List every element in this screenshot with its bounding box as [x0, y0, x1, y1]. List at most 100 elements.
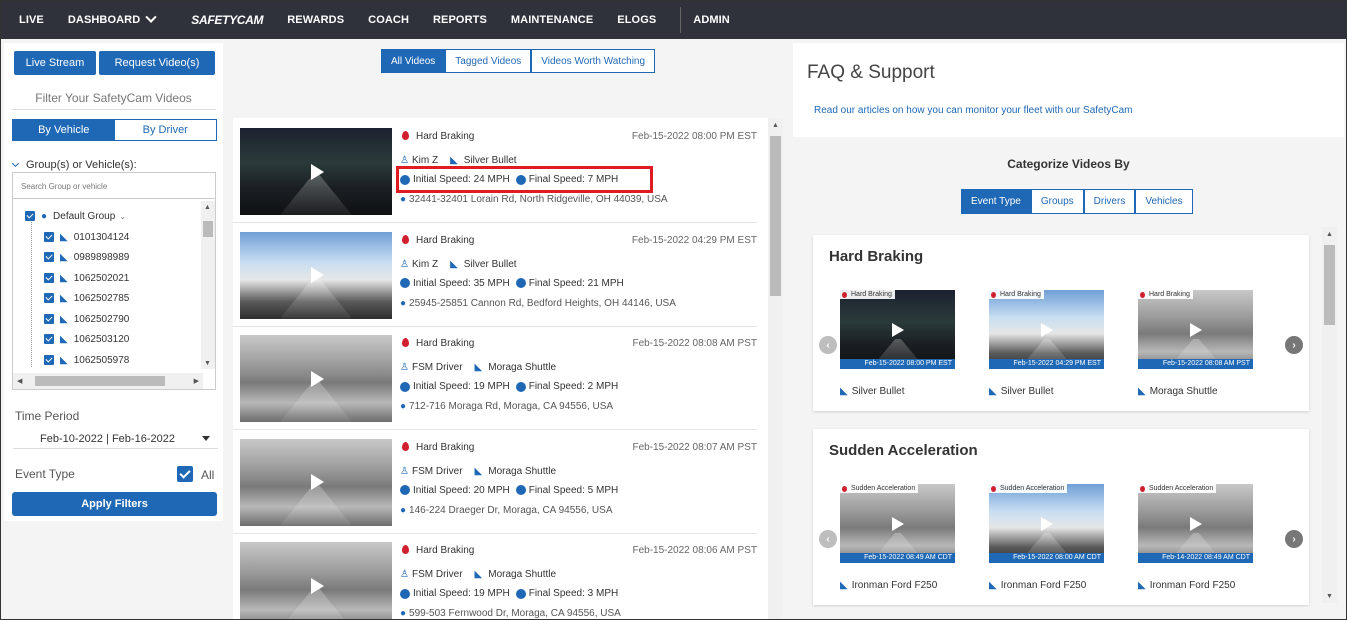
play-icon[interactable] [1040, 516, 1053, 531]
car-icon: ◣ [450, 155, 458, 166]
divider [12, 109, 216, 110]
tree-row-vehicle[interactable]: ◣ 1062502021 [44, 270, 129, 286]
video-thumbnail[interactable] [240, 542, 392, 619]
video-thumbnail[interactable] [240, 438, 392, 526]
all-events-checkbox[interactable] [177, 466, 193, 482]
tree-row-vehicle[interactable]: ◣ 1062505978 [44, 352, 129, 368]
chevron-down-icon: ⌄ [119, 211, 127, 221]
carousel-prev-icon[interactable]: ‹ [819, 336, 837, 354]
carousel-prev-icon[interactable]: ‹ [819, 530, 837, 548]
nav-admin[interactable]: ADMIN [681, 14, 742, 26]
video-thumbnail[interactable] [240, 231, 392, 319]
nav-dashboard-label: DASHBOARD [67, 14, 141, 26]
scroll-thumb[interactable] [35, 376, 165, 386]
nav-maintenance[interactable]: MAINTENANCE [499, 14, 605, 26]
checkbox-icon[interactable] [44, 293, 54, 303]
tree-vertical-scrollbar[interactable]: ▲ ▼ [201, 201, 215, 369]
event-address: ● 599-503 Fernwood Dr, Moraga, CA 94556, … [400, 608, 621, 619]
scroll-up-icon[interactable]: ▲ [772, 122, 779, 129]
video-list-item[interactable]: Hard Braking Feb-15-2022 08:08 AM PST ♙ FSM… [233, 327, 757, 430]
nav-dashboard[interactable]: DASHBOARD [56, 11, 167, 26]
category-video-thumbnail[interactable]: Hard Braking Feb-15-2022 08:00 PM EST [840, 290, 955, 369]
play-icon[interactable] [891, 322, 904, 337]
tab-all-videos[interactable]: All Videos [381, 49, 446, 73]
checkbox-icon[interactable] [25, 211, 35, 221]
live-stream-button[interactable]: Live Stream [14, 51, 96, 75]
event-icon [842, 291, 847, 298]
category-scrollbar[interactable]: ▲ ▼ [1322, 227, 1337, 603]
category-video-thumbnail[interactable]: Hard Braking Feb-15-2022 04:29 PM EST [989, 290, 1104, 369]
video-list-item[interactable]: Hard Braking Feb-15-2022 04:29 PM EST ♙ Kim… [233, 224, 757, 327]
nav-live[interactable]: LIVE [1, 14, 56, 26]
event-type-label: Event Type [15, 467, 75, 481]
tab-tagged-videos[interactable]: Tagged Videos [445, 49, 532, 73]
video-list-item[interactable]: Hard Braking Feb-15-2022 08:07 AM PST ♙ FSM… [233, 431, 757, 534]
tab-groups[interactable]: Groups [1030, 189, 1084, 214]
checkbox-icon[interactable] [44, 355, 54, 365]
car-icon: ◣ [989, 580, 997, 591]
checkbox-icon[interactable] [44, 314, 54, 324]
nav-elogs[interactable]: ELOGS [605, 14, 668, 26]
play-icon[interactable] [311, 370, 324, 387]
request-videos-button[interactable]: Request Video(s) [99, 51, 215, 75]
scroll-thumb[interactable] [203, 221, 213, 237]
tab-vehicles[interactable]: Vehicles [1135, 189, 1193, 214]
tree-row-vehicle[interactable]: ◣ 1062502785 [44, 290, 129, 306]
tree-horizontal-scrollbar[interactable]: ◀ ▶ [13, 373, 203, 389]
tree-row-vehicle[interactable]: ◣ 1062503120 [44, 331, 129, 347]
vehicle-name: Ironman Ford F250 [851, 580, 938, 591]
tree-search-input[interactable]: Search Group or vehicle [13, 173, 215, 199]
event-tag-label: Sudden Acceleration [851, 485, 916, 492]
play-icon[interactable] [311, 474, 324, 490]
initial-speed: Initial Speed: 20 MPH [413, 484, 510, 496]
play-icon[interactable] [311, 577, 324, 594]
video-timestamp: Feb-15-2022 08:49 AM CDT [840, 553, 955, 563]
scroll-thumb[interactable] [770, 136, 781, 296]
video-list-item[interactable]: Hard Braking Feb-15-2022 08:06 AM PST ♙ FSM… [233, 534, 757, 619]
nav-reports[interactable]: REPORTS [421, 14, 499, 26]
video-thumbnail[interactable] [240, 128, 392, 215]
category-video-thumbnail[interactable]: Hard Braking Feb-15-2022 08:08 AM PST [1138, 290, 1253, 369]
feed-scrollbar[interactable]: ▲ [768, 118, 783, 619]
tab-drivers[interactable]: Drivers [1083, 189, 1136, 214]
play-icon[interactable] [311, 267, 324, 283]
groups-label[interactable]: Group(s) or Vehicle(s): [11, 159, 137, 171]
play-icon[interactable] [1189, 516, 1202, 531]
play-icon[interactable] [1189, 322, 1202, 337]
scroll-down-icon[interactable]: ▼ [204, 360, 211, 367]
checkbox-icon[interactable] [44, 252, 54, 262]
play-icon[interactable] [891, 516, 904, 531]
scroll-up-icon[interactable]: ▲ [204, 204, 211, 211]
carousel-next-icon[interactable]: › [1285, 530, 1303, 548]
by-vehicle-tab[interactable]: By Vehicle [13, 120, 115, 140]
apply-filters-button[interactable]: Apply Filters [12, 492, 217, 516]
tree-row-vehicle[interactable]: ◣ 0101304124 [44, 229, 129, 245]
checkbox-icon[interactable] [44, 334, 54, 344]
tree-row-vehicle[interactable]: ◣ 1062502790 [44, 311, 129, 327]
category-video-thumbnail[interactable]: Sudden Acceleration Feb-15-2022 08:00 AM … [989, 484, 1104, 563]
tab-videos-worth-watching[interactable]: Videos Worth Watching [531, 49, 656, 73]
checkbox-icon[interactable] [44, 232, 54, 242]
faq-link[interactable]: Read our articles on how you can monitor… [814, 105, 1133, 116]
nav-safetycam[interactable]: SAFETYCAM [167, 13, 275, 27]
category-video-thumbnail[interactable]: Sudden Acceleration Feb-14-2022 08:49 AM … [1138, 484, 1253, 563]
car-icon: ◣ [60, 354, 68, 366]
play-icon[interactable] [311, 163, 324, 180]
date-range-select[interactable]: Feb-10-2022 | Feb-16-2022 [13, 429, 218, 449]
play-icon[interactable] [1040, 322, 1053, 337]
category-video-thumbnail[interactable]: Sudden Acceleration Feb-15-2022 08:49 AM … [840, 484, 955, 563]
tree-row-default-group[interactable]: ● Default Group ⌄ [25, 208, 126, 224]
by-driver-tab[interactable]: By Driver [114, 120, 216, 140]
scroll-up-icon[interactable]: ▲ [1326, 231, 1333, 238]
carousel-next-icon[interactable]: › [1285, 336, 1303, 354]
scroll-left-icon[interactable]: ◀ [17, 377, 22, 385]
tab-event-type[interactable]: Event Type [961, 189, 1031, 214]
tree-row-vehicle[interactable]: ◣ 0989898989 [44, 249, 129, 265]
scroll-right-icon[interactable]: ▶ [194, 377, 199, 385]
nav-coach[interactable]: COACH [356, 14, 421, 26]
video-thumbnail[interactable] [240, 335, 392, 422]
scroll-thumb[interactable] [1324, 245, 1335, 325]
checkbox-icon[interactable] [44, 273, 54, 283]
nav-rewards[interactable]: REWARDS [275, 14, 356, 26]
scroll-down-icon[interactable]: ▼ [1326, 593, 1333, 600]
